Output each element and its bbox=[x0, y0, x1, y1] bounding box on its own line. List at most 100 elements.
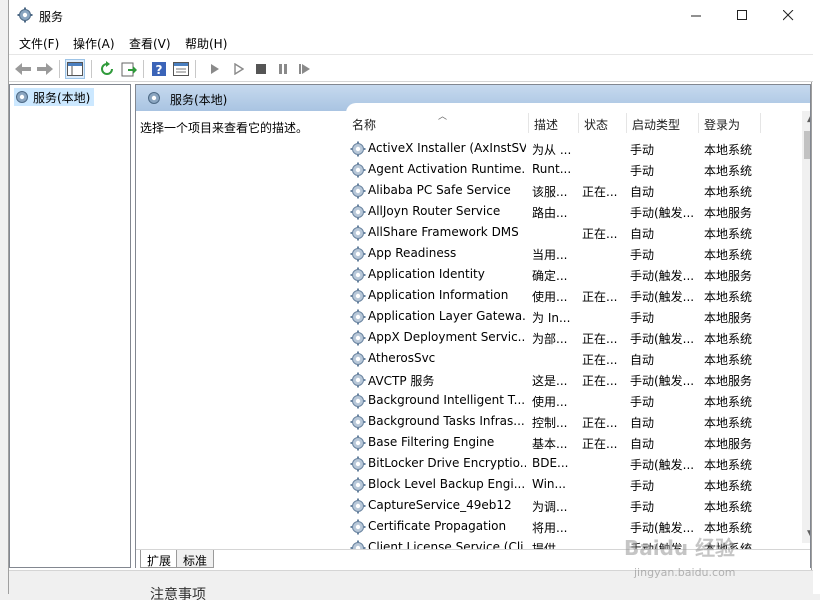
menu-view[interactable]: 查看(V) bbox=[129, 35, 171, 52]
table-row[interactable]: Background Intelligent T... 使用... 手动 本地系统 bbox=[346, 391, 800, 412]
service-name: Background Intelligent T... bbox=[368, 393, 526, 407]
show-hide-console-tree-button[interactable] bbox=[65, 59, 85, 79]
table-row[interactable]: App Readiness 当用... 手动 本地系统 bbox=[346, 244, 800, 265]
close-button[interactable] bbox=[765, 0, 811, 30]
properties-view-icon bbox=[173, 62, 189, 76]
menu-action[interactable]: 操作(A) bbox=[73, 35, 115, 52]
forward-button[interactable] bbox=[35, 59, 55, 79]
toolbar-separator bbox=[195, 60, 196, 78]
toolbar-separator bbox=[59, 60, 60, 78]
service-name: Application Identity bbox=[368, 267, 485, 281]
service-gear-icon bbox=[350, 414, 366, 430]
service-description: 路由... bbox=[532, 206, 568, 220]
back-button[interactable] bbox=[13, 59, 33, 79]
service-log-on-as: 本地系统 bbox=[704, 164, 753, 178]
export-list-button[interactable] bbox=[119, 59, 139, 79]
column-divider[interactable] bbox=[626, 113, 627, 133]
tab-standard[interactable]: 标准 bbox=[176, 550, 215, 568]
service-description: 确定... bbox=[532, 269, 568, 283]
table-row[interactable]: Alibaba PC Safe Service 该服... 正在... 自动 本地系统 bbox=[346, 181, 800, 202]
table-row[interactable]: AtherosSvc 正在... 自动 本地系统 bbox=[346, 349, 800, 370]
svg-text:?: ? bbox=[156, 63, 163, 77]
vertical-scrollbar[interactable]: ▲ ▼ bbox=[802, 111, 810, 543]
service-log-on-as: 本地服务 bbox=[704, 269, 753, 283]
service-name: AllJoyn Router Service bbox=[368, 204, 501, 218]
service-startup-type: 手动 bbox=[630, 143, 655, 157]
title-bar[interactable]: 服务 bbox=[9, 0, 813, 32]
column-divider[interactable] bbox=[578, 113, 579, 133]
table-row[interactable]: Background Tasks Infras... 控制... 正在... 自动 本地… bbox=[346, 412, 800, 433]
column-status[interactable]: 状态 bbox=[584, 116, 608, 133]
scroll-up-icon[interactable]: ▲ bbox=[802, 111, 810, 128]
back-arrow-icon bbox=[15, 63, 31, 75]
start-service-button[interactable] bbox=[205, 59, 225, 79]
table-row[interactable]: Application Layer Gatewa... 为 In... 手动 本地服务 bbox=[346, 307, 800, 328]
column-log-on-as[interactable]: 登录为 bbox=[704, 116, 740, 133]
service-startup-type: 手动(触发... bbox=[630, 332, 695, 346]
description-pane: 选择一个项目来查看它的描述。 bbox=[140, 121, 309, 135]
service-gear-icon bbox=[350, 351, 366, 367]
service-description: BDE... bbox=[532, 456, 569, 470]
service-gear-icon bbox=[350, 246, 366, 262]
background-bottom bbox=[0, 594, 820, 600]
scroll-thumb[interactable] bbox=[804, 131, 810, 159]
maximize-button[interactable] bbox=[719, 0, 765, 30]
menu-help[interactable]: 帮助(H) bbox=[185, 35, 227, 52]
service-description: 使用... bbox=[532, 290, 568, 304]
service-log-on-as: 本地服务 bbox=[704, 311, 753, 325]
scroll-down-icon[interactable]: ▼ bbox=[802, 526, 810, 543]
restart-service-button[interactable] bbox=[295, 59, 315, 79]
service-log-on-as: 本地系统 bbox=[704, 416, 753, 430]
table-row[interactable]: AllShare Framework DMS 正在... 自动 本地系统 bbox=[346, 223, 800, 244]
table-row[interactable]: Application Identity 确定... 手动(触发... 本地服务 bbox=[346, 265, 800, 286]
service-gear-icon bbox=[350, 141, 366, 157]
service-description: 基本... bbox=[532, 437, 568, 451]
service-log-on-as: 本地系统 bbox=[704, 248, 753, 262]
stop-service-button[interactable] bbox=[251, 59, 271, 79]
window-title: 服务 bbox=[39, 10, 64, 24]
service-log-on-as: 本地系统 bbox=[704, 395, 753, 409]
service-name: Block Level Backup Engi... bbox=[368, 477, 526, 491]
console-tree-icon bbox=[67, 62, 83, 76]
service-description: 为部... bbox=[532, 332, 568, 346]
table-row[interactable]: Application Information 使用... 正在... 手动(触发..… bbox=[346, 286, 800, 307]
table-row[interactable]: ActiveX Installer (AxInstSV) 为从 ... 手动 本地系统 bbox=[346, 139, 800, 160]
pause-service-button[interactable] bbox=[273, 59, 293, 79]
minimize-button[interactable] bbox=[673, 0, 719, 30]
service-name: Application Information bbox=[368, 288, 509, 302]
table-row[interactable]: Block Level Backup Engi... Win... 手动 本地系统 bbox=[346, 475, 800, 496]
table-row[interactable]: Agent Activation Runtime... Runt... 手动 本地系统 bbox=[346, 160, 800, 181]
service-name: App Readiness bbox=[368, 246, 457, 260]
table-row[interactable]: AllJoyn Router Service 路由... 手动(触发... 本地服务 bbox=[346, 202, 800, 223]
tab-extended[interactable]: 扩展 bbox=[140, 550, 179, 568]
service-log-on-as: 本地系统 bbox=[704, 290, 753, 304]
refresh-button[interactable] bbox=[97, 59, 117, 79]
service-description: 使用... bbox=[532, 395, 568, 409]
column-divider[interactable] bbox=[698, 113, 699, 133]
table-row[interactable]: AppX Deployment Servic... 为部... 正在... 手动(触发… bbox=[346, 328, 800, 349]
service-status: 正在... bbox=[582, 374, 618, 388]
column-divider[interactable] bbox=[528, 113, 529, 133]
column-divider[interactable] bbox=[760, 113, 761, 133]
service-startup-type: 手动 bbox=[630, 500, 655, 514]
help-button[interactable]: ? bbox=[149, 59, 169, 79]
service-startup-type: 手动(触发... bbox=[630, 290, 695, 304]
table-row[interactable]: BitLocker Drive Encryptio... BDE... 手动(触发.… bbox=[346, 454, 800, 475]
tree-item-services-local[interactable]: 服务(本地) bbox=[14, 88, 95, 106]
services-gear-icon bbox=[148, 92, 160, 104]
table-row[interactable]: AVCTP 服务 这是... 正在... 手动(触发... 本地服务 bbox=[346, 370, 800, 391]
service-gear-icon bbox=[350, 519, 366, 535]
table-row[interactable]: CaptureService_49eb12 为调... 手动 本地系统 bbox=[346, 496, 800, 517]
services-window: 服务 文件(F) 操作(A) 查看(V) 帮助(H) ? 服务(本地) 服务(本… bbox=[8, 0, 813, 594]
column-startup-type[interactable]: 启动类型 bbox=[632, 116, 680, 133]
start-service-alt-button[interactable] bbox=[229, 59, 249, 79]
properties-view-button[interactable] bbox=[171, 59, 191, 79]
table-row[interactable]: Base Filtering Engine 基本... 正在... 自动 本地服务 bbox=[346, 433, 800, 454]
column-description[interactable]: 描述 bbox=[534, 116, 558, 133]
service-log-on-as: 本地系统 bbox=[704, 479, 753, 493]
column-name[interactable]: 名称 bbox=[352, 116, 376, 133]
service-startup-type: 自动 bbox=[630, 353, 655, 367]
service-log-on-as: 本地系统 bbox=[704, 353, 753, 367]
menu-file[interactable]: 文件(F) bbox=[19, 35, 59, 52]
toolbar-separator bbox=[91, 60, 92, 78]
